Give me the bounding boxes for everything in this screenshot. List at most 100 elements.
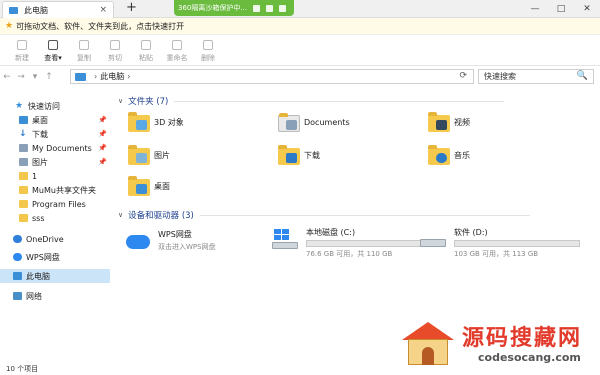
group-title: 设备和驱动器 (3) [128, 211, 194, 221]
drive-item-c[interactable]: 本地磁盘 (C:) 76.6 GB 可用，共 110 GB [272, 227, 432, 259]
folder-item-downloads[interactable]: 下载 [278, 145, 320, 165]
sandbox-icon[interactable] [253, 4, 261, 12]
drive-free-space: 103 GB 可用，共 113 GB [454, 250, 539, 258]
sidebar-item-this-pc[interactable]: 此电脑 [0, 269, 110, 283]
title-bar: 此电脑 × + 360隔离沙箱保护中... — □ ✕ [0, 0, 600, 18]
folder-item-documents[interactable]: Documents [278, 112, 350, 132]
chevron-down-icon[interactable]: ∨ [118, 211, 123, 219]
minimize-button[interactable]: — [522, 0, 548, 18]
new-button[interactable]: 新建 [10, 36, 34, 65]
folder-item-pictures[interactable]: 图片 [128, 145, 170, 165]
sidebar-item-mumu-shared[interactable]: MuMu共享文件夹 [0, 183, 110, 197]
star-icon: ★ [5, 21, 14, 31]
drive-name: 软件 (D:) [454, 228, 488, 237]
group-header-devices[interactable]: ∨ 设备和驱动器 (3) [118, 209, 530, 221]
pin-icon: 📌 [98, 158, 107, 166]
pictures-folder-icon [128, 145, 150, 165]
watermark-title: 源码搜藏网 [462, 326, 583, 351]
wps-cloud-icon [124, 229, 152, 253]
music-folder-icon [428, 145, 450, 165]
folder-item-music[interactable]: 音乐 [428, 145, 470, 165]
sidebar-item-folder-1[interactable]: 1 [0, 169, 110, 183]
folder-item-desktop[interactable]: 桌面 [128, 176, 170, 196]
window-controls: — □ ✕ [522, 0, 600, 18]
quick-drop-text: 可拖动文档、软件、文件夹到此，点击快速打开 [16, 21, 185, 31]
cut-button[interactable]: 剪切 [103, 36, 127, 65]
trash-icon [203, 40, 213, 50]
tab-close-icon[interactable]: × [99, 5, 107, 15]
view-button[interactable]: 查看▾ [41, 36, 65, 65]
sandbox-banner[interactable]: 360隔离沙箱保护中... [174, 0, 294, 16]
copy-label: 复制 [77, 54, 91, 62]
sidebar-item-label: OneDrive [26, 234, 64, 244]
sidebar-item-label: 图片 [32, 157, 48, 167]
star-icon: ★ [15, 101, 24, 111]
search-input[interactable]: 快速搜索 🔍 [478, 69, 594, 84]
sidebar-item-label: 快速访问 [28, 101, 60, 111]
quick-drop-bar[interactable]: ★ 可拖动文档、软件、文件夹到此，点击快速打开 [0, 18, 600, 35]
sidebar-item-label: 网络 [26, 291, 42, 301]
toolbar: 新建 查看▾ 复制 剪切 粘贴 重命名 删除 [0, 36, 600, 66]
sidebar-item-label: 桌面 [32, 115, 48, 125]
download-icon: ↓ [19, 129, 27, 139]
rename-button[interactable]: 重命名 [165, 36, 189, 65]
sandbox-close-icon[interactable] [279, 4, 287, 12]
sidebar-item-program-files[interactable]: Program Files [0, 197, 110, 211]
sidebar-item-network[interactable]: 网络 [0, 289, 110, 303]
scissors-icon [110, 40, 120, 50]
paste-button[interactable]: 粘贴 [134, 36, 158, 65]
close-window-button[interactable]: ✕ [574, 0, 600, 18]
sidebar-item-desktop[interactable]: 桌面 📌 [0, 113, 110, 127]
pin-icon: 📌 [98, 116, 107, 124]
drive-subtitle: 双击进入WPS网盘 [158, 243, 216, 251]
sidebar-item-downloads[interactable]: ↓ 下载 📌 [0, 127, 110, 141]
history-dropdown-icon[interactable]: ▾ [28, 72, 42, 82]
tab-this-pc[interactable]: 此电脑 × [2, 1, 114, 18]
drive-usage-bar [306, 240, 432, 247]
sidebar-item-my-documents[interactable]: My Documents 📌 [0, 141, 110, 155]
breadcrumb-chevron-icon[interactable]: › [94, 72, 97, 81]
group-title: 文件夹 (7) [128, 97, 169, 107]
delete-label: 删除 [201, 54, 215, 62]
forward-arrow-icon[interactable]: → [14, 72, 28, 82]
breadcrumb-chevron-icon[interactable]: › [127, 72, 130, 81]
maximize-button[interactable]: □ [548, 0, 574, 18]
chevron-down-icon[interactable]: ∨ [118, 97, 123, 105]
drive-usage-bar [454, 240, 580, 247]
folder-name: 音乐 [454, 150, 470, 160]
folder-name: 视频 [454, 117, 470, 127]
group-divider [174, 100, 505, 102]
drive-item-wps[interactable]: WPS网盘 双击进入WPS网盘 [124, 229, 216, 253]
cloud-icon [13, 235, 22, 243]
sidebar-item-sss[interactable]: sss [0, 211, 110, 225]
sidebar-item-wps-drive[interactable]: WPS网盘 [0, 250, 110, 264]
breadcrumb-this-pc[interactable]: 此电脑 [100, 71, 124, 82]
copy-button[interactable]: 复制 [72, 36, 96, 65]
address-bar[interactable]: › 此电脑 › ⟳ [70, 69, 474, 84]
folder-item-3d-objects[interactable]: 3D 对象 [128, 112, 184, 132]
delete-button[interactable]: 删除 [196, 36, 220, 65]
refresh-icon[interactable]: ⟳ [459, 71, 467, 81]
search-icon[interactable]: 🔍 [577, 71, 588, 81]
computer-icon [75, 72, 86, 81]
folder-icon [19, 172, 28, 180]
folder-item-videos[interactable]: 视频 [428, 112, 470, 132]
sidebar-item-label: 下载 [32, 129, 48, 139]
new-tab-button[interactable]: + [126, 1, 137, 15]
sidebar-item-label: WPS网盘 [26, 252, 60, 262]
group-header-folders[interactable]: ∨ 文件夹 (7) [118, 95, 505, 107]
new-label: 新建 [15, 54, 29, 62]
sidebar-item-quick-access[interactable]: ★ 快速访问 [0, 99, 110, 113]
drive-free-space: 76.6 GB 可用，共 110 GB [306, 250, 393, 258]
sandbox-settings-icon[interactable] [266, 4, 274, 12]
view-label: 查看▾ [44, 54, 62, 62]
pin-icon: 📌 [98, 130, 107, 138]
back-arrow-icon[interactable]: ← [0, 72, 14, 82]
item-count: 10 个项目 [6, 364, 39, 373]
sidebar-item-pictures[interactable]: 图片 📌 [0, 155, 110, 169]
hard-drive-icon [420, 227, 448, 251]
3d-objects-folder-icon [128, 112, 150, 132]
up-arrow-icon[interactable]: ↑ [42, 72, 56, 82]
sidebar-item-onedrive[interactable]: OneDrive [0, 232, 110, 246]
drive-item-d[interactable]: 软件 (D:) 103 GB 可用，共 113 GB [420, 227, 580, 259]
